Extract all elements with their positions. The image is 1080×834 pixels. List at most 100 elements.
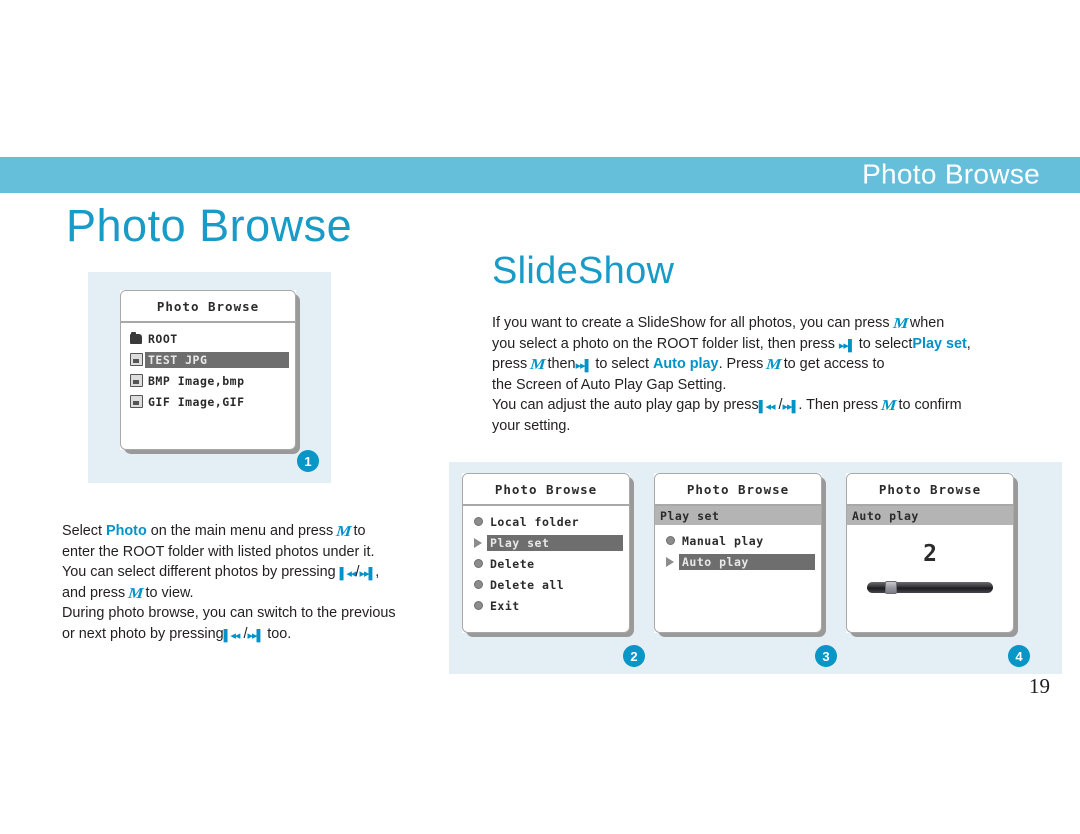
dot-icon	[469, 517, 487, 526]
list-item[interactable]: Play set	[469, 533, 623, 552]
instruction-line-6: your setting.	[492, 417, 571, 434]
text-segment: ,	[375, 564, 380, 580]
menu-m-icon: M	[880, 398, 897, 414]
text-segment: on the main menu and press	[150, 523, 334, 539]
instruction-line-6: or next photo by pressing▌◂◂ /▸▸▌ too.	[62, 624, 452, 645]
auto-play-gap-slider[interactable]	[867, 581, 993, 594]
text-segment: You can select different photos by press…	[62, 564, 336, 580]
header-band: Photo Browse	[0, 157, 1080, 193]
play-set-accent: Play set	[912, 335, 967, 352]
dot-icon	[469, 601, 487, 610]
play-icon	[469, 537, 487, 548]
device-menu-list: Local folder Play set Delete Delete all	[463, 506, 629, 615]
text-segment: Select	[62, 523, 102, 539]
play-icon	[661, 556, 679, 567]
dot-icon	[661, 536, 679, 545]
device-body: Photo Browse Auto play 2	[846, 473, 1014, 633]
list-item-label: Delete all	[490, 577, 565, 592]
screenshot-group-slideshow: Photo Browse Local folder Play set Delet…	[449, 462, 1062, 674]
step-badge-4: 4	[1008, 645, 1030, 667]
file-icon	[127, 353, 145, 366]
device-title: Photo Browse	[847, 474, 1013, 506]
list-item[interactable]: Local folder	[469, 512, 623, 531]
list-item[interactable]: Exit	[469, 596, 623, 615]
menu-m-icon: M	[529, 357, 546, 373]
text-segment: to	[353, 523, 366, 539]
section-title: SlideShow	[492, 250, 675, 292]
fast-forward-icon: ▸▸▌	[247, 629, 264, 642]
fast-forward-icon: ▸▸▌	[575, 360, 593, 372]
list-item[interactable]: BMP Image,bmp	[127, 371, 289, 390]
device-title: Photo Browse	[121, 291, 295, 323]
instruction-line-2: you select a photo on the ROOT folder li…	[492, 334, 1062, 355]
list-item-label: BMP Image,bmp	[148, 373, 245, 388]
list-item[interactable]: Delete all	[469, 575, 623, 594]
folder-icon	[127, 331, 145, 344]
text-segment: or next photo by pressing	[62, 625, 224, 642]
list-item-label: ROOT	[148, 331, 178, 346]
device-screen-4: Photo Browse Auto play 2	[846, 473, 1018, 637]
text-segment: you select a photo on the ROOT folder li…	[492, 335, 835, 352]
device-title: Photo Browse	[655, 474, 821, 506]
list-item[interactable]: ROOT	[127, 329, 289, 348]
device-subheader: Auto play	[847, 506, 1013, 525]
text-segment: and press	[62, 584, 126, 601]
device-menu-list: Manual play Auto play	[655, 525, 821, 571]
fast-forward-icon: ▸▸▌	[838, 339, 856, 352]
list-item[interactable]: GIF Image,GIF	[127, 392, 289, 411]
slider-knob[interactable]	[885, 581, 897, 594]
list-item-label: Manual play	[682, 533, 764, 548]
text-segment: to select	[595, 356, 649, 372]
auto-play-accent: Auto play	[653, 356, 719, 372]
device-body: Photo Browse Local folder Play set Delet…	[462, 473, 630, 633]
dot-icon	[469, 559, 487, 568]
instruction-line-1: If you want to create a SlideShow for al…	[492, 313, 1062, 334]
step-badge-3: 3	[815, 645, 837, 667]
step-badge-2: 2	[623, 645, 645, 667]
text-segment: when	[909, 315, 945, 331]
dot-icon	[469, 580, 487, 589]
fast-forward-icon: ▸▸▌	[782, 401, 800, 413]
text-segment: ,	[966, 335, 971, 352]
list-item[interactable]: Manual play	[661, 531, 815, 550]
text-segment: too.	[267, 625, 292, 642]
text-segment: If you want to create a SlideShow for al…	[492, 315, 890, 331]
text-segment: to view.	[145, 584, 194, 601]
page-title: Photo Browse	[66, 200, 353, 251]
device-screen-1: Photo Browse ROOT TEST JPG BMP Image,bmp…	[120, 290, 300, 454]
instruction-line-5: During photo browse, you can switch to t…	[62, 605, 396, 621]
list-item-label: Exit	[490, 598, 520, 613]
list-item-label: TEST JPG	[145, 351, 289, 368]
list-item[interactable]: Delete	[469, 554, 623, 573]
device-screen-3: Photo Browse Play set Manual play Auto p…	[654, 473, 826, 637]
text-segment: . Press	[718, 356, 764, 372]
menu-m-icon: M	[765, 357, 782, 373]
photo-accent: Photo	[106, 523, 147, 539]
instruction-line-5: You can adjust the auto play gap by pres…	[492, 395, 1062, 416]
photo-browse-instructions: Select Photo on the main menu and press …	[62, 521, 452, 644]
list-item[interactable]: TEST JPG	[127, 350, 289, 369]
list-item[interactable]: Auto play	[661, 552, 815, 571]
file-icon	[127, 374, 145, 387]
text-segment: to confirm	[898, 397, 962, 413]
list-item-label: Auto play	[679, 553, 815, 570]
instruction-line-4: the Screen of Auto Play Gap Setting.	[492, 376, 727, 393]
instruction-line-3: You can select different photos by press…	[62, 562, 452, 583]
fast-forward-icon: ▸▸▌	[359, 568, 376, 580]
instruction-line-1: Select Photo on the main menu and press …	[62, 521, 452, 542]
file-icon	[127, 395, 145, 408]
text-segment: press	[492, 356, 528, 372]
auto-play-gap-value: 2	[923, 541, 937, 567]
rewind-icon: ▌◂◂	[758, 401, 776, 413]
instruction-line-4: and press M to view.	[62, 583, 452, 604]
text-segment: to get access to	[783, 356, 885, 372]
device-body: Photo Browse Play set Manual play Auto p…	[654, 473, 822, 633]
device-subheader: Play set	[655, 506, 821, 525]
text-segment: . Then press	[798, 397, 879, 413]
device-file-list: ROOT TEST JPG BMP Image,bmp GIF Image,GI…	[121, 323, 295, 411]
rewind-icon: ▌◂◂	[339, 568, 357, 580]
device-title: Photo Browse	[463, 474, 629, 506]
slideshow-instructions: If you want to create a SlideShow for al…	[492, 313, 1062, 436]
text-segment: You can adjust the auto play gap by pres…	[492, 397, 759, 413]
device-body: Photo Browse ROOT TEST JPG BMP Image,bmp…	[120, 290, 296, 450]
